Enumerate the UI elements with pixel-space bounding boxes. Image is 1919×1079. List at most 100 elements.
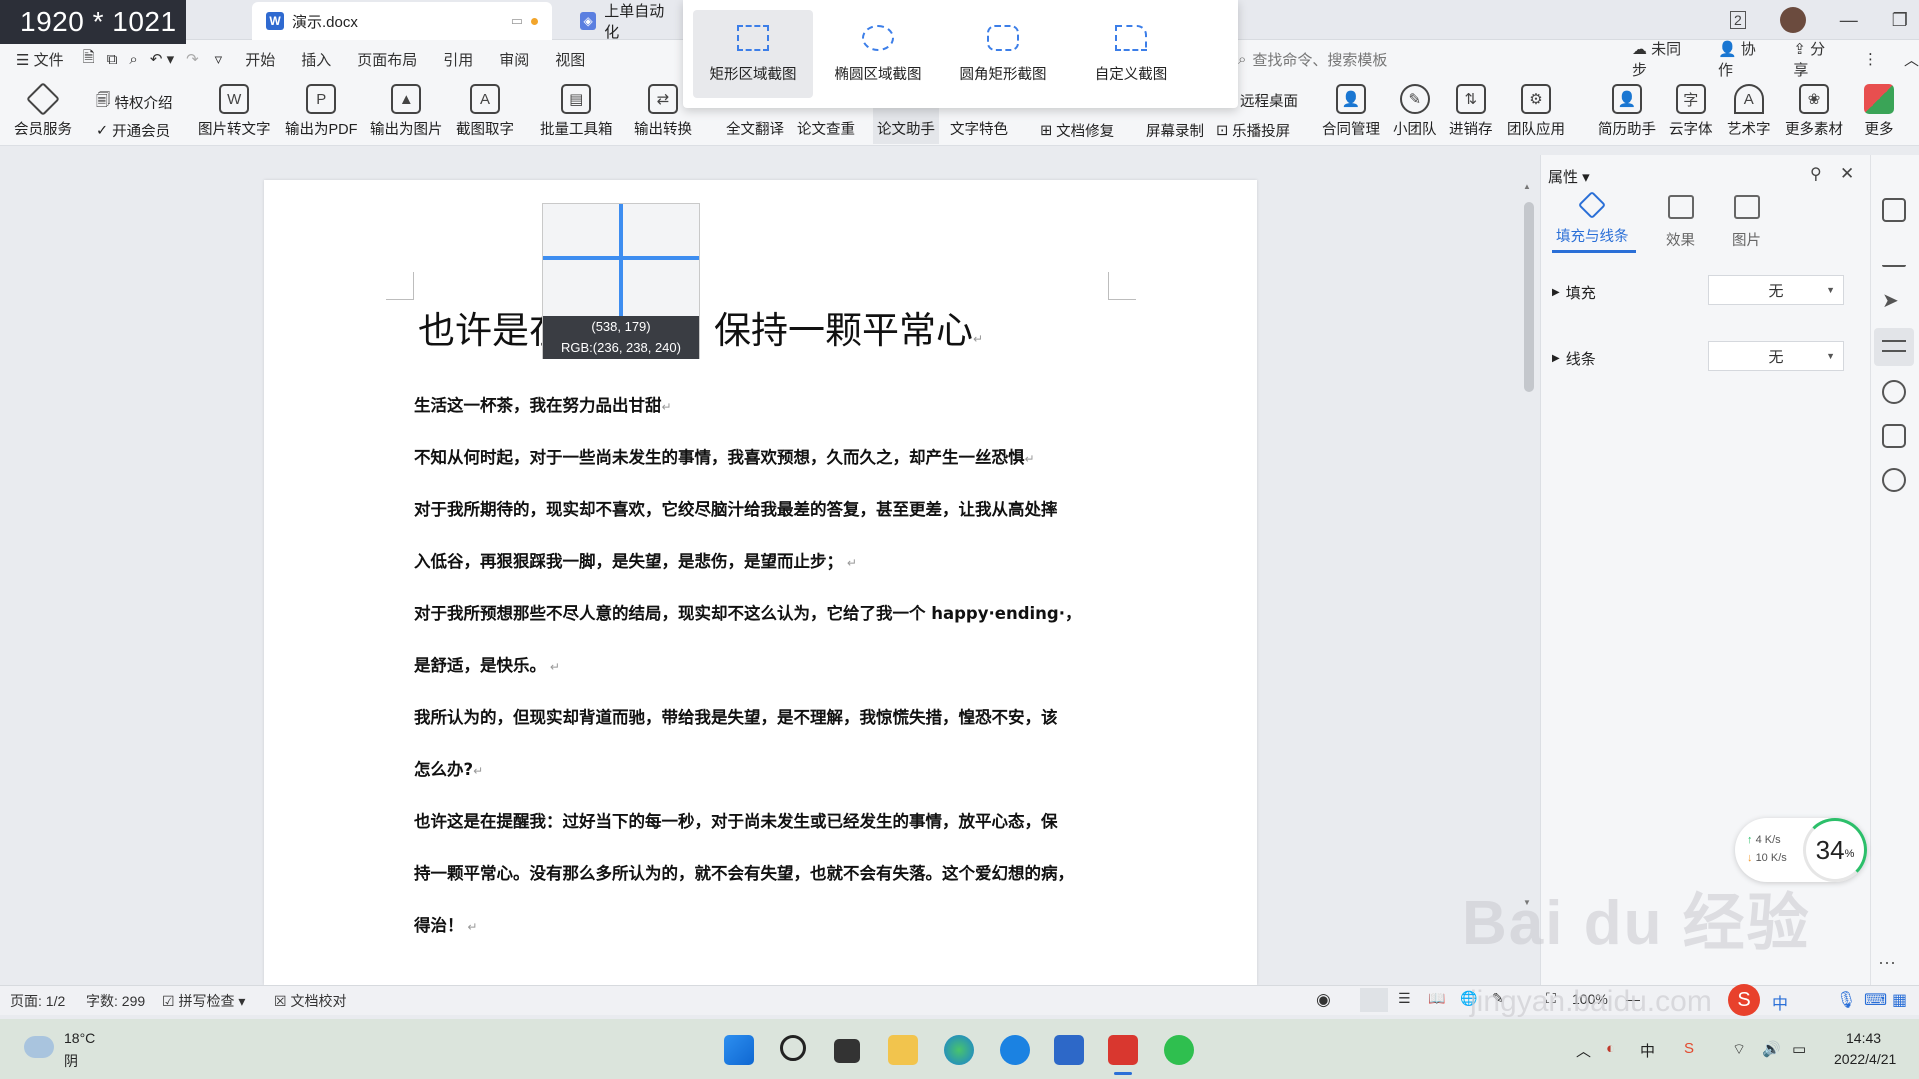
fill-select[interactable]: 无 ▼	[1708, 275, 1844, 305]
ime-indicator[interactable]: 中	[1640, 1040, 1655, 1061]
scroll-up-icon[interactable]: ▲	[1523, 182, 1531, 191]
paragraph[interactable]: 也许这是在提醒我：过好当下的每一秒，对于尚未发生或已经发生的事情，放平心态，保	[414, 808, 1058, 832]
fill-row[interactable]: ▶ 填充	[1552, 282, 1596, 303]
edge-icon[interactable]	[944, 1035, 974, 1065]
paragraph[interactable]: 持一颗平常心。没有那么多所认为的，就不会有失望，也就不会有失落。这个爱幻想的病，	[414, 860, 1074, 884]
wechat-icon[interactable]	[1164, 1035, 1194, 1065]
line-select[interactable]: 无 ▼	[1708, 341, 1844, 371]
document-title[interactable]: 也许是在提醒我：保持一颗平常心↵	[418, 300, 983, 354]
pen-icon[interactable]	[1882, 243, 1906, 267]
sogou-ime-icon[interactable]: S	[1728, 984, 1760, 1016]
menu-layout[interactable]: 页面布局	[344, 49, 430, 70]
search-icon[interactable]	[780, 1035, 806, 1061]
small-team-button[interactable]: ✎ 小团队	[1393, 84, 1437, 139]
monitor-icon[interactable]: ▭	[511, 13, 523, 29]
messenger-icon[interactable]	[1054, 1035, 1084, 1065]
cloud-font-button[interactable]: 字云字体	[1669, 84, 1713, 139]
tab-fill-line[interactable]: 填充与线条	[1556, 190, 1629, 246]
mic-icon[interactable]: 🎙	[1836, 990, 1856, 1010]
spell-check-button[interactable]: ☑ 拼写检查 ▾	[162, 991, 245, 1011]
resume-helper-button[interactable]: 👤 简历助手	[1598, 84, 1656, 139]
word-art-button[interactable]: A 艺术字	[1727, 84, 1771, 139]
rounded-screenshot-option[interactable]: 圆角矩形截图	[943, 10, 1063, 98]
paragraph[interactable]: 是舒适，是快乐。 ↵	[414, 652, 560, 676]
properties-header[interactable]: 属性 ▾	[1548, 166, 1590, 187]
export-pdf-button[interactable]: P 输出为PDF	[285, 84, 358, 139]
contract-manage-button[interactable]: 👤 合同管理	[1322, 84, 1380, 139]
rocket-icon[interactable]	[1882, 198, 1906, 222]
doc-proof-button[interactable]: ☒ 文档校对	[274, 991, 346, 1011]
preview-icon[interactable]: ⌕	[123, 51, 143, 68]
task-view-icon[interactable]	[834, 1039, 860, 1063]
sync-button[interactable]: ☁ 未同步	[1632, 38, 1692, 80]
customize-icon[interactable]: ▿	[205, 50, 233, 68]
clock-time[interactable]: 14:43	[1846, 1030, 1881, 1046]
scroll-thumb[interactable]	[1524, 202, 1534, 392]
toolbox-grid-icon[interactable]: ▦	[1892, 990, 1907, 1010]
window-count-icon[interactable]: 2	[1730, 11, 1746, 29]
word-count[interactable]: 字数: 299	[86, 991, 145, 1011]
team-apps-button[interactable]: ⚙ 团队应用	[1507, 84, 1565, 139]
more-dots-icon[interactable]: ···	[1878, 952, 1896, 973]
redo-icon[interactable]: ↷	[180, 50, 205, 68]
screenshot-ocr-button[interactable]: A 截图取字	[456, 84, 514, 139]
tab-document[interactable]: W 演示.docx ▭	[252, 2, 552, 40]
pin-icon[interactable]: ⚲	[1810, 164, 1822, 184]
wifi-icon[interactable]: ⌔	[1732, 1040, 1746, 1059]
clock-date[interactable]: 2022/4/21	[1834, 1051, 1896, 1067]
paragraph[interactable]: 得治！ ↵	[414, 912, 477, 936]
paragraph[interactable]: 怎么办?↵	[414, 756, 483, 780]
menu-reference[interactable]: 引用	[430, 49, 486, 70]
vertical-scrollbar[interactable]: ▲ ▼	[1522, 182, 1534, 908]
volume-icon[interactable]: 🔊	[1762, 1040, 1781, 1058]
eye-icon[interactable]: ◉	[1316, 990, 1331, 1010]
menu-review[interactable]: 审阅	[486, 49, 542, 70]
close-panel-icon[interactable]: ✕	[1840, 164, 1854, 184]
weather-condition[interactable]: 阴	[64, 1051, 78, 1071]
paragraph[interactable]: 不知从何时起，对于一些尚未发生的事情，我喜欢预想，久而久之，却产生一丝恐惧↵	[414, 444, 1035, 468]
location-icon[interactable]	[1882, 468, 1906, 492]
ie-icon[interactable]	[1000, 1035, 1030, 1065]
privilege-button[interactable]: 🗐 特权介绍	[96, 90, 173, 115]
avatar[interactable]	[1779, 7, 1806, 33]
cloud-weather-icon[interactable]	[24, 1036, 54, 1058]
paragraph[interactable]: 生活这一杯茶，我在努力品出甘甜↵	[414, 392, 672, 416]
file-explorer-icon[interactable]	[888, 1035, 918, 1065]
rect-screenshot-option[interactable]: 矩形区域截图	[693, 10, 813, 98]
inventory-button[interactable]: ⇅ 进销存	[1449, 84, 1493, 139]
remote-desktop-button[interactable]: 远程桌面	[1240, 90, 1298, 111]
menu-insert[interactable]: 插入	[288, 49, 344, 70]
more-button[interactable]: 更多	[1864, 84, 1894, 139]
save-icon[interactable]: 🗎	[77, 47, 101, 72]
more-assets-button[interactable]: ❀ 更多素材	[1785, 84, 1843, 139]
ellipse-screenshot-option[interactable]: 椭圆区域截图	[818, 10, 938, 98]
file-menu[interactable]: ☰ 文件	[0, 49, 77, 70]
tray-expand-icon[interactable]: ︿	[1576, 1040, 1591, 1061]
more-icon[interactable]: ⋮	[1863, 50, 1878, 68]
page-indicator[interactable]: 页面: 1/2	[10, 991, 65, 1011]
tray-app-icon[interactable]: ◐	[1606, 1040, 1615, 1057]
battery-icon[interactable]: ▭	[1792, 1040, 1806, 1058]
menu-view[interactable]: 视图	[542, 49, 598, 70]
ime-mode[interactable]: 中	[1772, 990, 1788, 1014]
help-icon[interactable]	[1882, 380, 1906, 404]
paragraph[interactable]: 我所认为的，但现实却背道而驰，带给我是失望，是不理解，我惊慌失措，惶恐不安，该	[414, 704, 1058, 728]
menu-home[interactable]: 开始	[232, 49, 288, 70]
collapse-ribbon-icon[interactable]: ︿	[1904, 49, 1919, 70]
start-icon[interactable]	[724, 1035, 754, 1065]
undo-icon[interactable]: ↶ ▾	[144, 50, 180, 68]
batch-toolbox-button[interactable]: ▤ 批量工具箱	[540, 84, 613, 139]
command-search[interactable]: ⌕ 查找命令、搜索模板	[1238, 40, 1387, 78]
image-edit-icon[interactable]	[1882, 424, 1906, 448]
temperature[interactable]: 18°C	[64, 1030, 95, 1046]
custom-screenshot-option[interactable]: 自定义截图	[1071, 10, 1191, 98]
member-service-button[interactable]: 会员服务	[14, 82, 72, 139]
tab-automation[interactable]: ◈ 上单自动化	[566, 2, 686, 41]
settings-slider-button[interactable]	[1874, 328, 1914, 366]
keyboard-icon[interactable]: ⌨	[1864, 990, 1887, 1010]
minimize-icon[interactable]: —	[1840, 10, 1858, 31]
export-image-button[interactable]: ▲ 输出为图片	[370, 84, 443, 139]
open-member-button[interactable]: ✓ 开通会员	[96, 120, 170, 141]
paragraph[interactable]: 入低谷，再狠狠踩我一脚，是失望，是悲伤，是望而止步； ↵	[414, 548, 857, 572]
wps-taskbar-icon[interactable]	[1108, 1035, 1138, 1065]
